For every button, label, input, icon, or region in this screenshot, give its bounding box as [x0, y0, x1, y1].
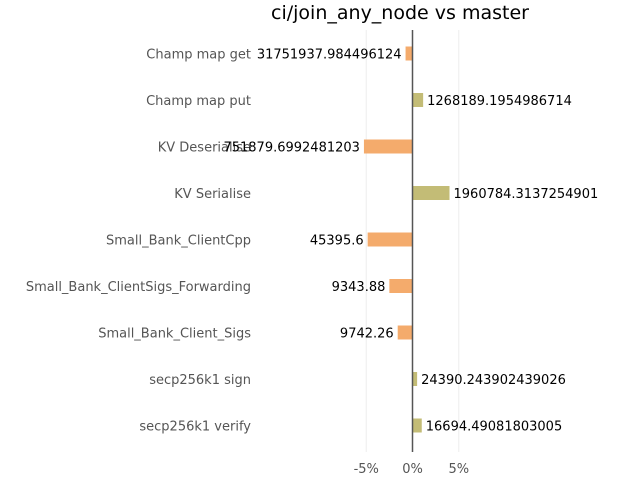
- x-tick-label: -5%: [354, 462, 379, 477]
- bar: [405, 46, 413, 61]
- chart-title: ci/join_any_node vs master: [271, 2, 529, 24]
- category-label: secp256k1 sign: [149, 373, 251, 388]
- bar: [412, 418, 422, 433]
- value-label: 24390.243902439026: [421, 373, 566, 388]
- value-label: 1268189.1954986714: [427, 94, 572, 109]
- x-tick-label: 5%: [448, 462, 469, 477]
- category-label: Small_Bank_ClientSigs_Forwarding: [26, 280, 251, 295]
- category-label: Small_Bank_Client_Sigs: [98, 327, 251, 342]
- category-label: secp256k1 verify: [139, 420, 251, 435]
- category-label: Champ map get: [146, 48, 251, 63]
- category-label: Champ map put: [146, 94, 251, 109]
- value-label: 751879.6992481203: [223, 141, 359, 156]
- category-label: Small_Bank_ClientCpp: [106, 234, 251, 249]
- category-label: KV Serialise: [174, 187, 251, 202]
- bar: [412, 186, 450, 200]
- x-tick-label: 0%: [402, 462, 423, 477]
- value-label: 9742.26: [340, 327, 394, 342]
- x-tick-labels: -5% 0% 5%: [354, 462, 469, 477]
- bar: [397, 325, 413, 340]
- value-label: 9343.88: [332, 280, 386, 295]
- value-label: 16694.49081803005: [426, 420, 562, 435]
- bar: [412, 93, 424, 107]
- category-labels: Champ map getChamp map putKV Deserialise…: [26, 48, 251, 435]
- bar: [367, 232, 413, 247]
- value-label: 45395.6: [310, 234, 364, 249]
- bar: [363, 139, 413, 154]
- value-label: 1960784.3137254901: [454, 187, 599, 202]
- bar: [389, 279, 413, 293]
- value-label: 31751937.984496124: [257, 48, 402, 63]
- chart: Champ map getChamp map putKV Deserialise…: [26, 2, 599, 477]
